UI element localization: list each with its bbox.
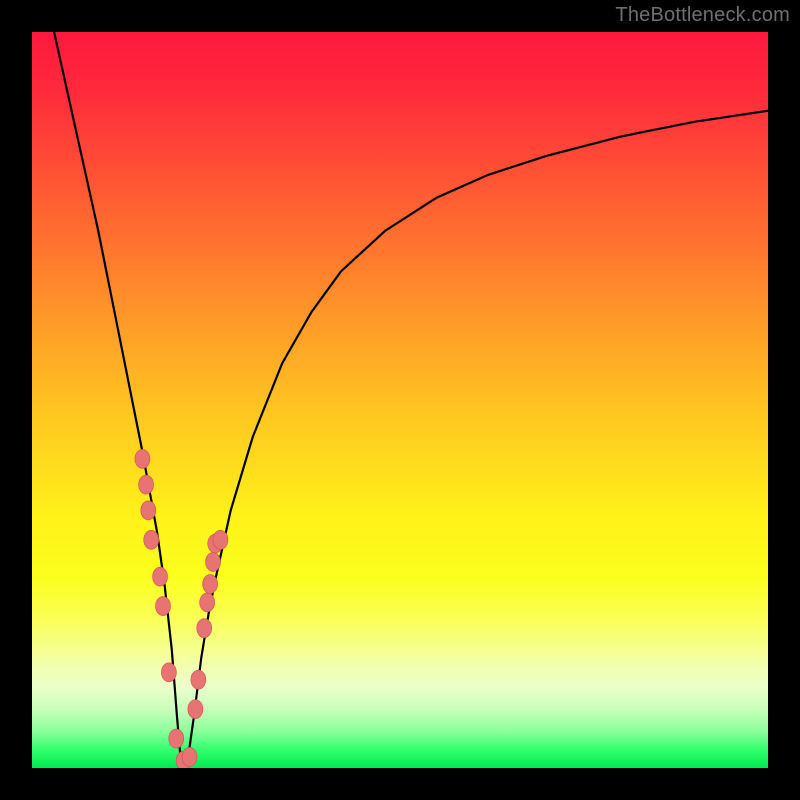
data-point <box>156 597 171 616</box>
data-point-markers <box>135 449 228 768</box>
data-point <box>144 530 159 549</box>
chart-svg <box>32 32 768 768</box>
data-point <box>153 567 168 586</box>
data-point <box>182 747 197 766</box>
chart-frame: TheBottleneck.com <box>0 0 800 800</box>
data-point <box>135 449 150 468</box>
data-point <box>203 575 218 594</box>
data-point <box>197 619 212 638</box>
data-point <box>188 700 203 719</box>
watermark-text: TheBottleneck.com <box>615 4 790 27</box>
data-point <box>161 663 176 682</box>
data-point <box>139 475 154 494</box>
plot-area <box>32 32 768 768</box>
bottleneck-curve <box>54 32 768 768</box>
data-point <box>141 501 156 520</box>
data-point <box>206 552 221 571</box>
data-point <box>213 530 228 549</box>
data-point <box>169 729 184 748</box>
data-point <box>191 670 206 689</box>
data-point <box>200 593 215 612</box>
